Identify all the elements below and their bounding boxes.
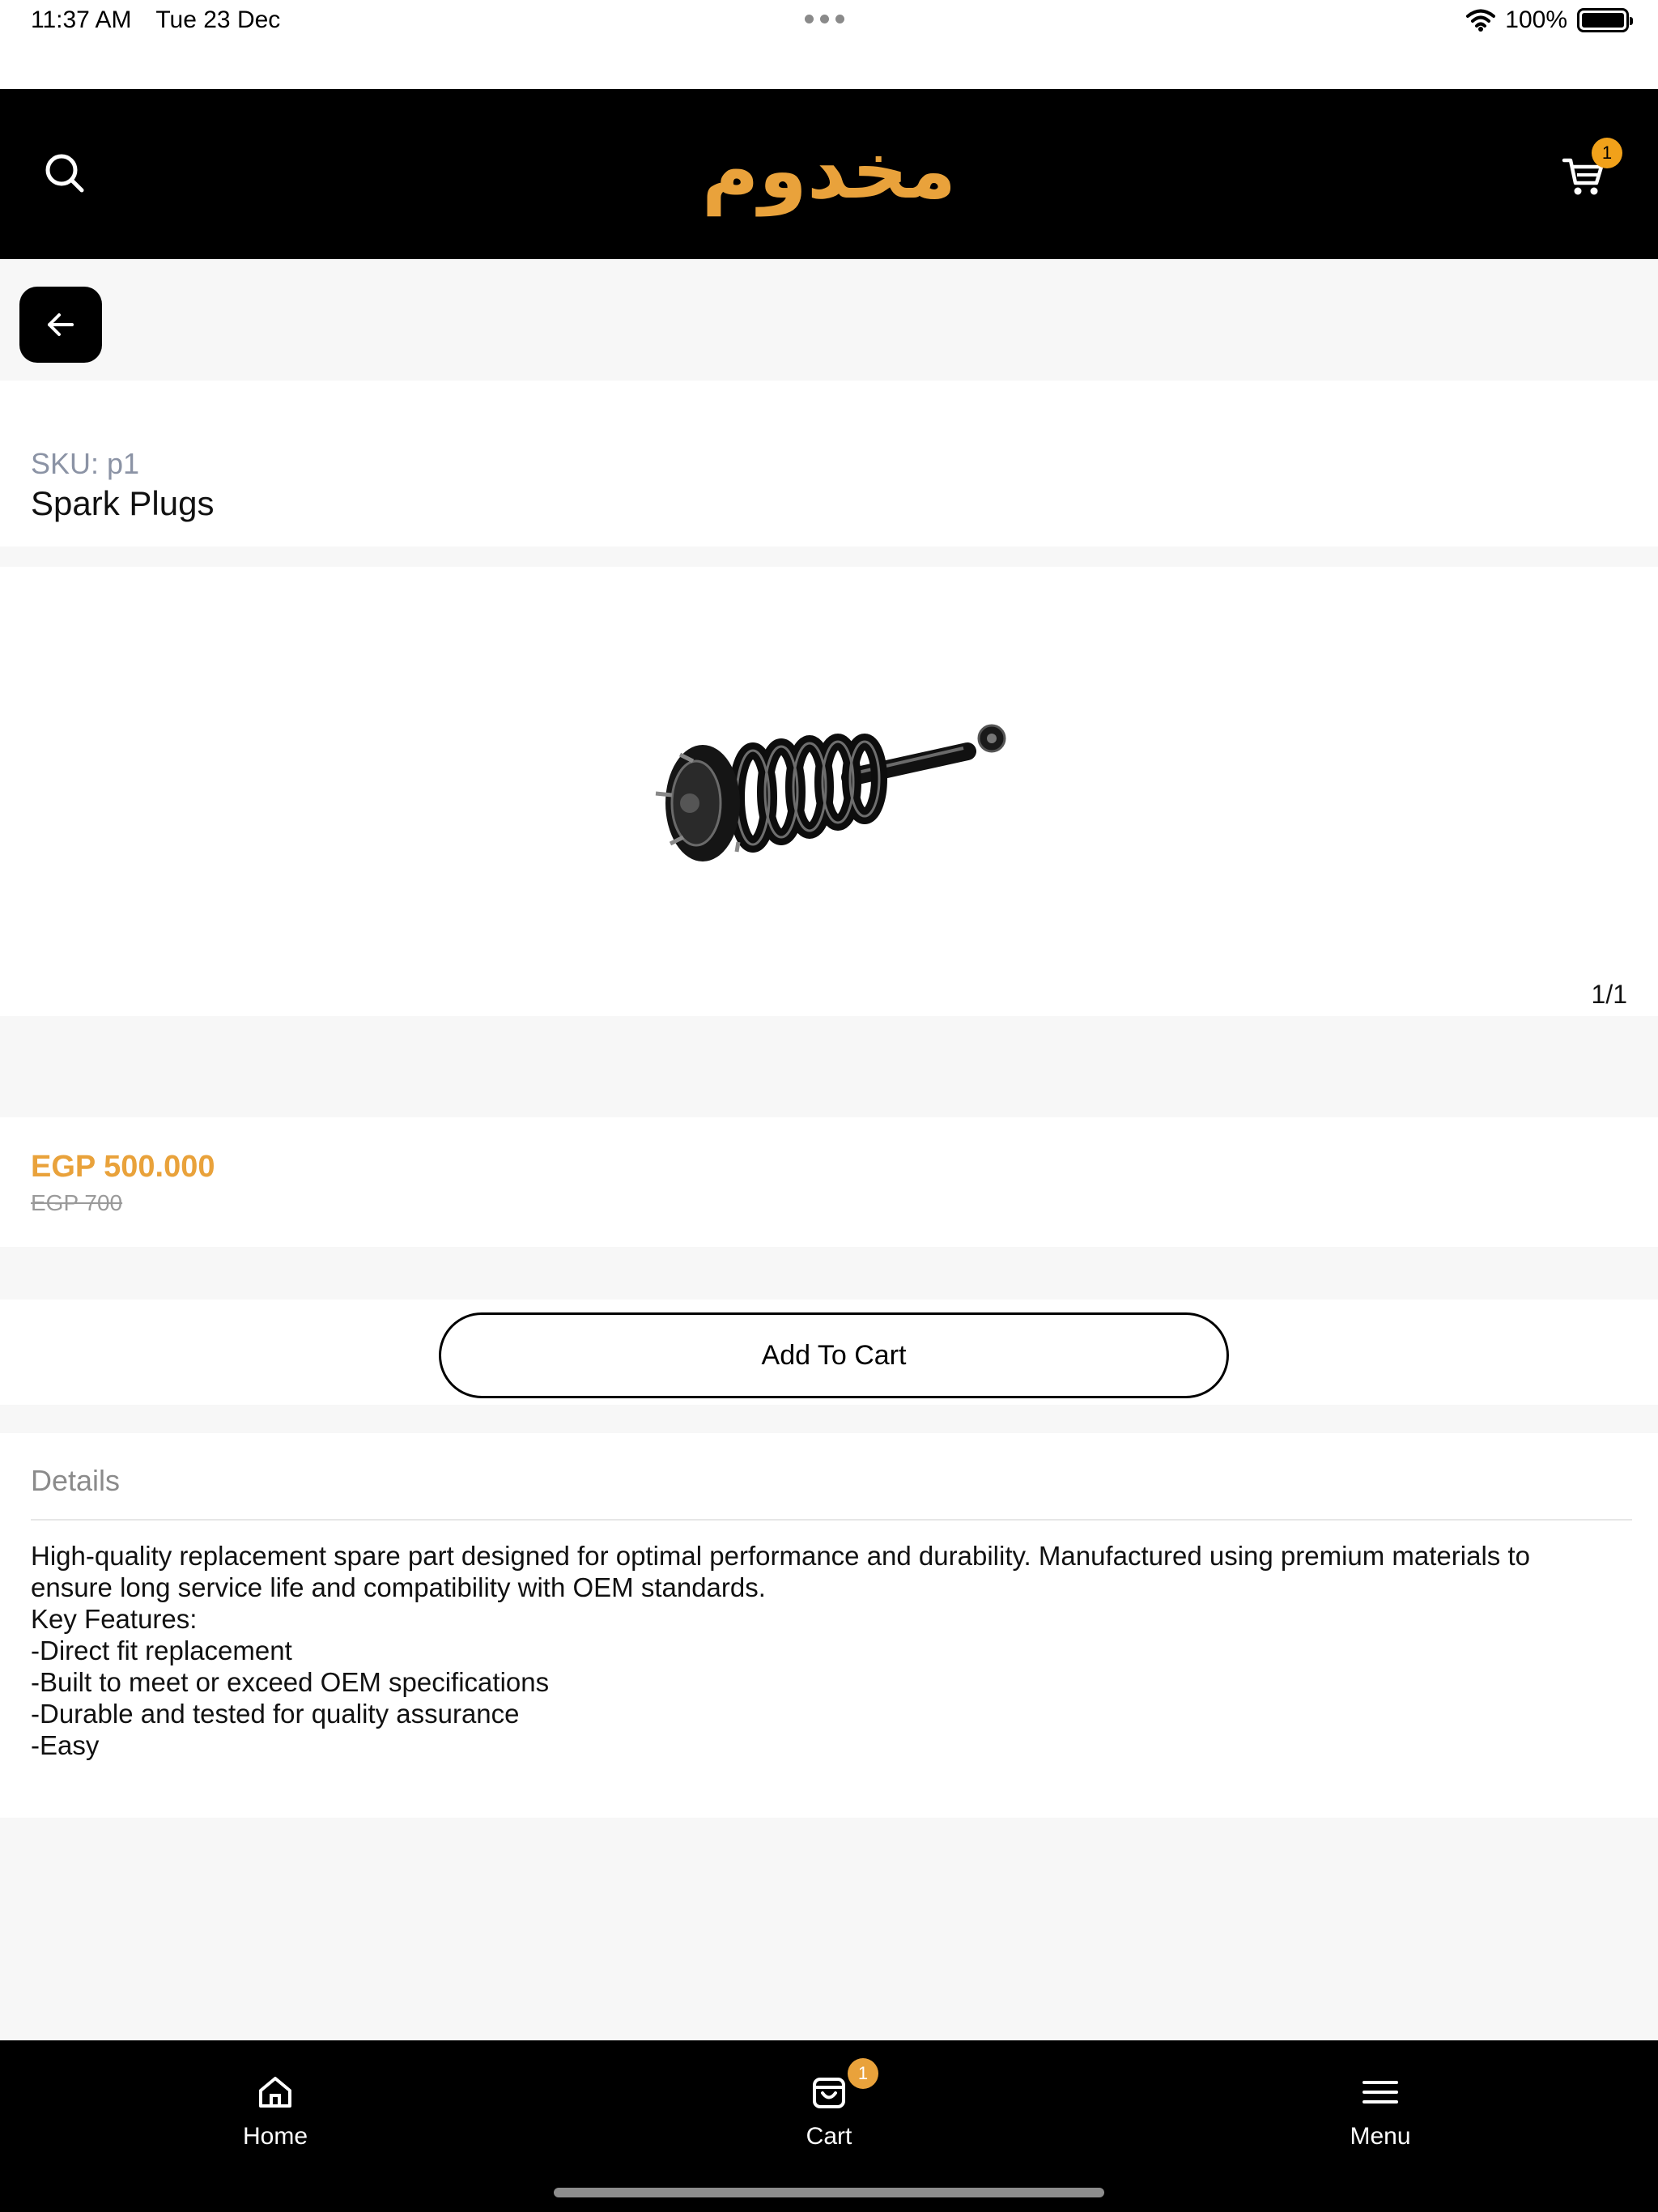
details-line: -Direct fit replacement (31, 1636, 292, 1665)
status-time: 11:37 AM (31, 6, 132, 33)
price-section: EGP 500.000 EGP 700 (0, 1117, 1658, 1247)
status-bar: 11:37 AM Tue 23 Dec 100% (0, 0, 1658, 89)
product-title: Spark Plugs (31, 484, 215, 522)
back-bar (0, 259, 1658, 381)
app-header: مخدوم 1 (0, 89, 1658, 259)
cart-count-badge: 1 (1592, 138, 1622, 168)
add-to-cart-section: Add To Cart (0, 1300, 1658, 1405)
product-title-section: SKU: p1 Spark Plugs (0, 381, 1658, 547)
product-image[interactable] (648, 713, 1008, 866)
current-price: EGP 500.000 (31, 1150, 215, 1184)
wifi-icon (1466, 9, 1496, 32)
details-line: -Built to meet or exceed OEM specificati… (31, 1667, 550, 1697)
nav-home-label: Home (242, 2123, 308, 2150)
details-line: High-quality replacement spare part desi… (31, 1541, 1530, 1602)
shopping-bag-icon (813, 2078, 845, 2108)
home-icon (259, 2077, 291, 2108)
nav-menu-label: Menu (1350, 2123, 1411, 2150)
multitasking-dots-icon[interactable] (805, 15, 844, 23)
nav-home[interactable]: Home (194, 2073, 356, 2150)
details-line: -Durable and tested for quality assuranc… (31, 1699, 520, 1729)
brand-logo[interactable]: مخدوم (0, 118, 1658, 223)
details-line: -Easy (31, 1730, 100, 1760)
home-indicator[interactable] (554, 2188, 1104, 2197)
details-divider (31, 1519, 1632, 1521)
status-right: 100% (1466, 6, 1633, 34)
arrow-left-icon (48, 313, 74, 336)
nav-cart[interactable]: Cart (748, 2073, 910, 2150)
nav-cart-label: Cart (806, 2123, 852, 2150)
add-to-cart-button[interactable]: Add To Cart (439, 1312, 1229, 1398)
back-button[interactable] (19, 287, 102, 363)
details-body: High-quality replacement spare part desi… (31, 1540, 1618, 1761)
product-sku: SKU: p1 (31, 447, 140, 480)
status-date: Tue 23 Dec (155, 6, 281, 33)
nav-menu[interactable]: Menu (1299, 2073, 1461, 2150)
battery-icon (1577, 8, 1633, 32)
battery-percentage: 100% (1505, 6, 1567, 33)
status-time-date: 11:37 AM Tue 23 Dec (31, 6, 298, 34)
details-line: Key Features: (31, 1604, 198, 1634)
image-counter: 1/1 (1591, 980, 1627, 1009)
original-price: EGP 700 (31, 1190, 123, 1215)
details-section: Details High-quality replacement spare p… (0, 1433, 1658, 1818)
nav-cart-badge: 1 (848, 2058, 878, 2089)
bottom-navigation: Home Cart Menu (0, 2040, 1658, 2212)
menu-icon (1363, 2081, 1398, 2104)
details-title: Details (31, 1464, 121, 1497)
product-gallery[interactable]: 1/1 (0, 567, 1658, 1016)
